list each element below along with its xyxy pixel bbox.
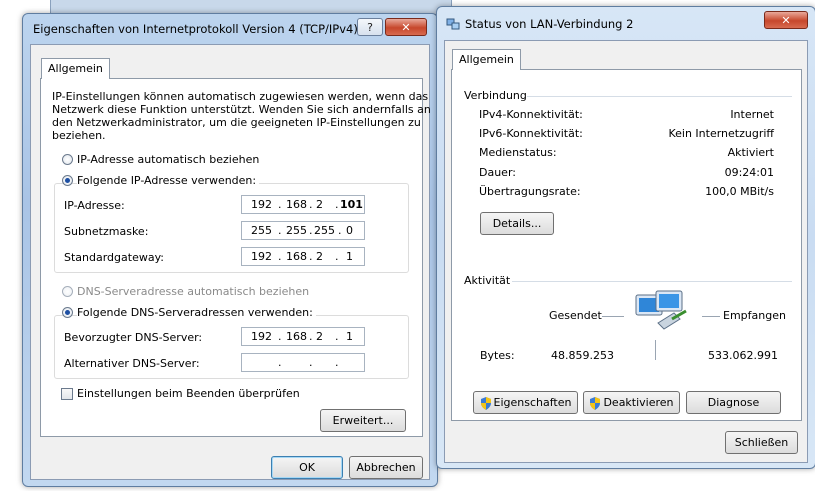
gateway-label: Standardgateway:: [64, 251, 164, 264]
ipv6-connectivity-value: Kein Internetzugriff: [668, 127, 774, 140]
radio-dns-manual[interactable]: [62, 307, 73, 318]
validate-checkbox[interactable]: [61, 388, 73, 400]
duration-value: 09:24:01: [724, 166, 774, 179]
properties-button[interactable]: Eigenschaften: [473, 391, 578, 414]
network-computers-icon: [634, 289, 692, 338]
ipv4-connectivity-label: IPv4-Konnektivität:: [479, 108, 583, 121]
bytes-received-value: 533.062.991: [708, 349, 778, 362]
ipv4-dialog-client: Allgemein IP-Einstellungen können automa…: [30, 44, 431, 480]
gateway-input[interactable]: 192. 168. 2. 1: [241, 247, 365, 266]
close-dialog-button[interactable]: Schließen: [725, 431, 798, 454]
close-button[interactable]: ✕: [385, 18, 427, 36]
subnet-input[interactable]: 255. 255. 255. 0: [241, 221, 365, 240]
radio-dns-auto-label[interactable]: DNS-Serveradresse automatisch beziehen: [77, 285, 309, 298]
alternate-dns-label: Alternativer DNS-Server:: [64, 357, 200, 370]
description-line-3: den Netzwerkadministrator, um die geeign…: [52, 116, 421, 129]
lan-status-dialog: Status von LAN-Verbindung 2 ✕ Allgemein …: [436, 6, 815, 469]
connection-heading: Verbindung: [464, 89, 527, 102]
close-icon: ✕: [781, 14, 791, 27]
preferred-dns-label: Bevorzugter DNS-Server:: [64, 331, 203, 344]
ok-button[interactable]: OK: [271, 456, 343, 479]
validate-label[interactable]: Einstellungen beim Beenden überprüfen: [77, 387, 300, 400]
advanced-button[interactable]: Erweitert...: [320, 409, 406, 432]
ipv4-connectivity-value: Internet: [730, 108, 774, 121]
status-dialog-title: Status von LAN-Verbindung 2: [465, 17, 634, 31]
status-close-button[interactable]: ✕: [764, 11, 808, 29]
network-icon: [446, 17, 460, 34]
sent-label: Gesendet: [549, 309, 602, 322]
radio-dns-auto[interactable]: [62, 286, 73, 297]
media-status-value: Aktiviert: [727, 146, 774, 159]
received-label: Empfangen: [723, 309, 786, 322]
status-panel: Verbindung IPv4-Konnektivität: Internet …: [451, 69, 802, 421]
shield-icon: [480, 396, 491, 410]
details-button[interactable]: Details...: [480, 212, 554, 235]
radio-ip-manual[interactable]: [62, 175, 73, 186]
status-dialog-client: Allgemein Verbindung IPv4-Konnektivität:…: [444, 40, 808, 463]
transfer-rate-value: 100,0 MBit/s: [705, 185, 774, 198]
radio-dns-manual-label[interactable]: Folgende DNS-Serveradressen verwenden:: [77, 306, 316, 319]
bytes-sent-value: 48.859.253: [551, 349, 614, 362]
general-panel: IP-Einstellungen können automatisch zuge…: [40, 78, 431, 437]
radio-ip-auto-label[interactable]: IP-Adresse automatisch beziehen: [77, 153, 259, 166]
media-status-label: Medienstatus:: [479, 146, 557, 159]
cancel-button[interactable]: Abbrechen: [349, 456, 423, 479]
subnet-label: Subnetzmaske:: [64, 225, 149, 238]
transfer-rate-label: Übertragungsrate:: [479, 185, 581, 198]
bytes-label: Bytes:: [480, 349, 515, 362]
shield-icon: [590, 396, 601, 410]
description-line-4: beziehen.: [52, 129, 106, 142]
deactivate-button[interactable]: Deaktivieren: [583, 391, 680, 414]
close-icon: ✕: [401, 21, 411, 34]
ip-address-input[interactable]: 192. 168. 2. 101: [241, 195, 365, 214]
diagnose-button[interactable]: Diagnose: [686, 391, 781, 414]
description-line-2: Netzwerk diese Funktion unterstützt. Wen…: [52, 103, 431, 116]
ipv6-connectivity-label: IPv6-Konnektivität:: [479, 127, 583, 140]
alternate-dns-input[interactable]: ...: [241, 353, 365, 372]
ipv4-dialog-title: Eigenschaften von Internetprotokoll Vers…: [33, 22, 358, 36]
description-line-1: IP-Einstellungen können automatisch zuge…: [52, 90, 429, 103]
status-tab-general[interactable]: Allgemein: [452, 49, 521, 70]
activity-heading: Aktivität: [464, 274, 511, 287]
radio-ip-auto[interactable]: [62, 154, 73, 165]
radio-ip-manual-label[interactable]: Folgende IP-Adresse verwenden:: [77, 174, 260, 187]
ipv4-properties-dialog: Eigenschaften von Internetprotokoll Vers…: [22, 13, 438, 487]
duration-label: Dauer:: [479, 166, 516, 179]
ip-address-label: IP-Adresse:: [64, 199, 125, 212]
preferred-dns-input[interactable]: 192. 168. 2. 1: [241, 327, 365, 346]
tab-general[interactable]: Allgemein: [41, 58, 110, 79]
help-button[interactable]: ?: [357, 18, 383, 36]
